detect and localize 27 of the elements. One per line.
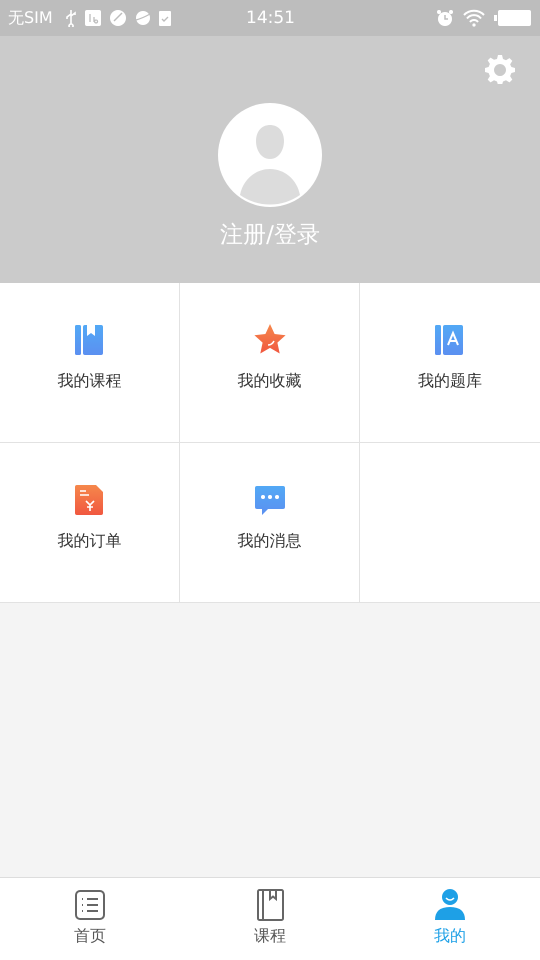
menu-label: 我的收藏 xyxy=(238,371,302,392)
carrier-text: 无SIM xyxy=(8,8,53,28)
settings-icon[interactable] xyxy=(485,54,515,84)
tab[interactable]: 首页 xyxy=(0,878,180,960)
battery-icon xyxy=(494,9,532,27)
menu-tile[interactable]: 我的订单 xyxy=(0,443,180,603)
list-icon xyxy=(73,888,107,922)
alarm-icon xyxy=(436,9,454,27)
menu-tile[interactable]: 我的收藏 xyxy=(180,283,360,443)
menu-label: 我的消息 xyxy=(238,531,302,552)
usb-icon xyxy=(64,9,77,27)
planet-icon xyxy=(134,10,151,26)
app-icon xyxy=(108,9,127,27)
menu-label: 我的题库 xyxy=(418,371,482,392)
wifi-icon xyxy=(462,9,486,27)
clock-text: 14:51 xyxy=(246,8,295,28)
tab[interactable]: 课程 xyxy=(180,878,360,960)
notification-icon xyxy=(84,10,101,26)
chat-bubble-icon xyxy=(252,483,286,517)
menu-tile[interactable]: 我的课程 xyxy=(0,283,180,443)
menu-tile[interactable]: 我的题库 xyxy=(360,283,540,443)
person-icon xyxy=(433,888,467,922)
menu-tile[interactable]: 我的消息 xyxy=(180,443,360,603)
clipboard-icon xyxy=(158,10,171,26)
menu-label: 我的课程 xyxy=(58,371,122,392)
avatar-icon[interactable] xyxy=(218,103,322,207)
menu-label: 我的订单 xyxy=(58,531,122,552)
